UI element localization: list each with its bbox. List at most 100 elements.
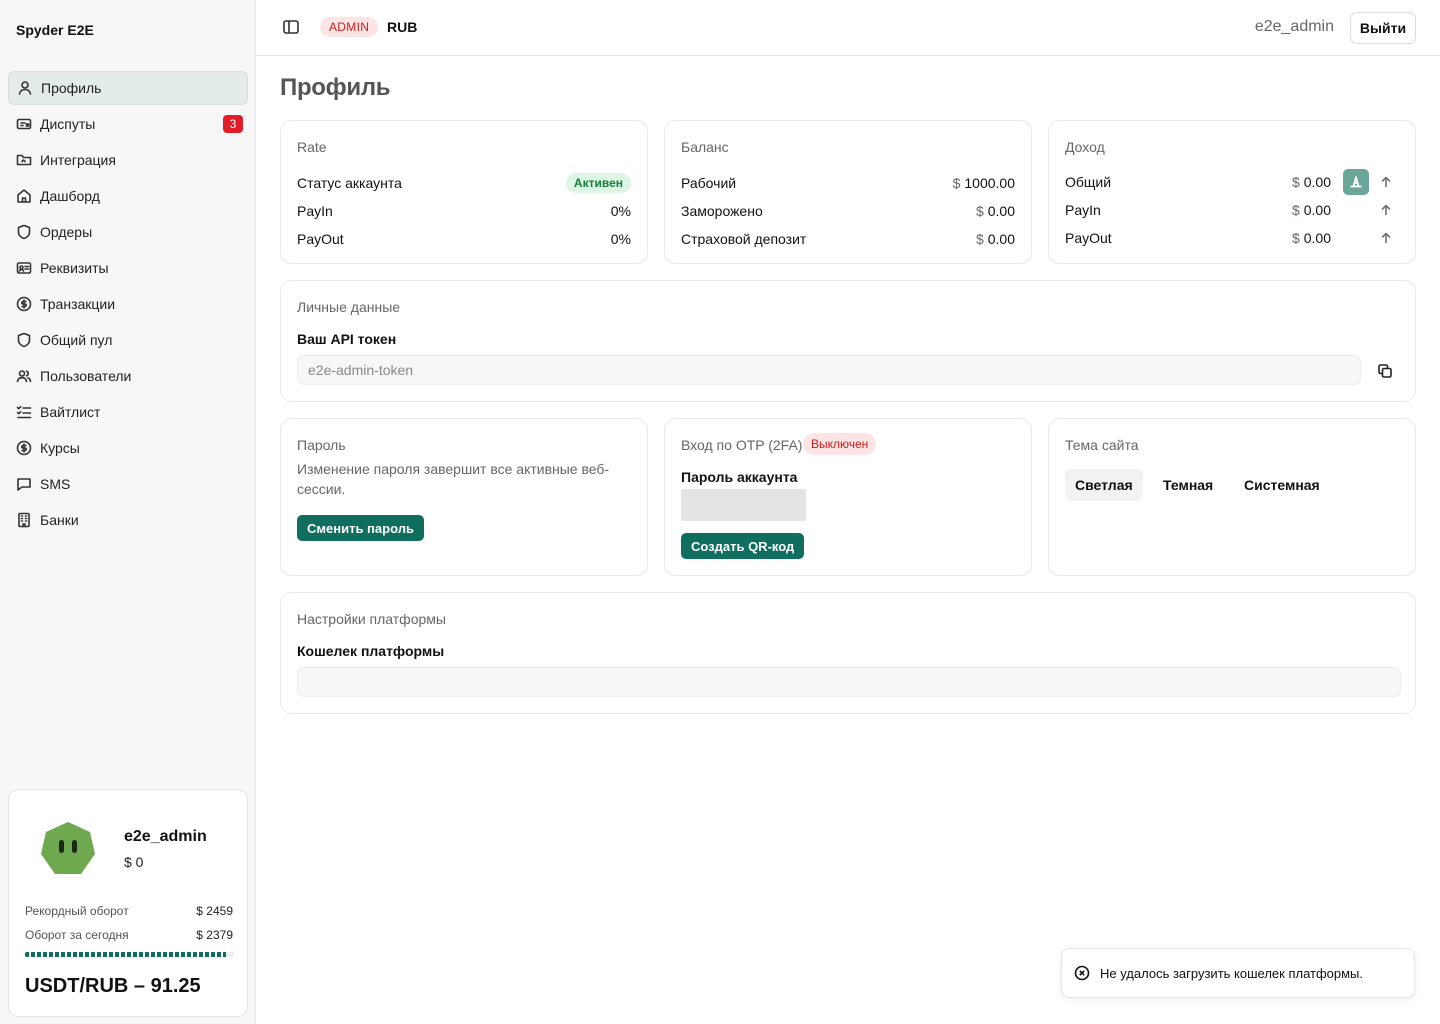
sidebar-item-transactions[interactable]: Транзакции	[8, 287, 248, 321]
users-icon	[16, 368, 32, 384]
arrow-up-icon	[1381, 176, 1391, 188]
page-title: Профиль	[280, 74, 391, 101]
avatar	[41, 822, 95, 874]
currency-symbol: $	[952, 175, 961, 191]
account-password-label: Пароль аккаунта	[681, 469, 798, 485]
sidebar: Spyder E2E Профиль Диспуты 3 Интеграция …	[0, 0, 256, 1024]
error-toast: Не удалось загрузить кошелек платформы.	[1061, 948, 1415, 998]
user-card-balance: $ 0	[124, 854, 144, 870]
checklist-icon	[16, 404, 32, 420]
income-row-total: Общий $0.00	[1065, 169, 1403, 195]
sidebar-item-banks[interactable]: Банки	[8, 503, 248, 537]
currency-symbol: $	[975, 231, 984, 247]
income-amount: 0.00	[1303, 174, 1331, 190]
api-token-label: Ваш API токен	[297, 331, 397, 347]
turnover-progress-bar	[25, 952, 233, 957]
arrow-up-button[interactable]	[1373, 197, 1399, 223]
theme-option-dark[interactable]: Темная	[1153, 469, 1223, 501]
password-input[interactable]	[681, 489, 806, 521]
header-username: e2e_admin	[1254, 18, 1334, 35]
sidebar-item-label: SMS	[40, 476, 71, 492]
theme-card: Тема сайта Светлая Темная Системная	[1048, 418, 1416, 576]
api-token-field[interactable]	[297, 355, 1361, 385]
platform-settings-card: Настройки платформы Кошелек платформы	[280, 592, 1416, 714]
rate-card: Rate Статус аккаунта Активен PayIn 0% Pa…	[280, 120, 648, 264]
sidebar-item-profile[interactable]: Профиль	[8, 71, 248, 105]
balance-amount: 0.00	[987, 203, 1015, 219]
theme-option-light[interactable]: Светлая	[1065, 469, 1143, 501]
logout-button[interactable]: Выйти	[1350, 12, 1416, 44]
user-summary-card: e2e_admin $ 0 Рекордный оборот $ 2459 Об…	[8, 789, 248, 1017]
otp-card-title: Вход по OTP (2FA)	[681, 437, 803, 453]
income-value: $0.00	[1251, 202, 1331, 218]
sidebar-item-orders[interactable]: Ордеры	[8, 215, 248, 249]
payout-rate-label: PayOut	[297, 231, 344, 247]
platform-settings-title: Настройки платформы	[297, 611, 446, 627]
platform-wallet-field[interactable]	[297, 667, 1401, 697]
sidebar-item-integration[interactable]: Интеграция	[8, 143, 248, 177]
top-header: ADMIN RUB e2e_admin Выйти	[256, 0, 1440, 56]
sidebar-item-label: Интеграция	[40, 152, 116, 168]
theme-option-system[interactable]: Системная	[1234, 469, 1330, 501]
arrow-up-button[interactable]	[1373, 225, 1399, 251]
today-turnover-row: Оборот за сегодня $ 2379	[25, 928, 233, 942]
arrow-up-button[interactable]	[1373, 169, 1399, 195]
account-status-label: Статус аккаунта	[297, 175, 402, 191]
sidebar-item-label: Пользователи	[40, 368, 132, 384]
income-amount: 0.00	[1303, 202, 1331, 218]
sidebar-item-dashboard[interactable]: Дашборд	[8, 179, 248, 213]
withdraw-action-button[interactable]	[1343, 169, 1369, 195]
currency-symbol: $	[1291, 202, 1300, 218]
personal-data-card: Личные данные Ваш API токен	[280, 280, 1416, 402]
sidebar-item-label: Банки	[40, 512, 79, 528]
ticket-icon	[16, 116, 32, 132]
create-qr-button[interactable]: Создать QR-код	[681, 533, 805, 559]
sidebar-item-label: Общий пул	[40, 332, 113, 348]
sidebar-item-label: Диспуты	[40, 116, 96, 132]
message-icon	[16, 476, 32, 492]
account-status-row: Статус аккаунта Активен	[297, 173, 631, 193]
password-card-title: Пароль	[297, 437, 346, 453]
sidebar-item-disputes[interactable]: Диспуты 3	[8, 107, 248, 141]
rate-card-title: Rate	[297, 139, 327, 155]
sidebar-item-requisites[interactable]: Реквизиты	[8, 251, 248, 285]
balance-value: $0.00	[976, 231, 1015, 247]
balance-row-working: Рабочий $1000.00	[681, 173, 1015, 193]
status-badge: Активен	[565, 173, 631, 193]
income-card: Доход Общий $0.00 PayIn $0.00 PayOut $0.…	[1048, 120, 1416, 264]
id-card-icon	[16, 260, 32, 276]
sidebar-item-sms[interactable]: SMS	[8, 467, 248, 501]
change-password-button[interactable]: Сменить пароль	[297, 515, 424, 541]
record-turnover-row: Рекордный оборот $ 2459	[25, 904, 233, 918]
sidebar-toggle-icon[interactable]	[282, 18, 300, 36]
sidebar-item-label: Вайтлист	[40, 404, 101, 420]
home-icon	[16, 188, 32, 204]
sidebar-item-whitelist[interactable]: Вайтлист	[8, 395, 248, 429]
income-label: PayIn	[1065, 202, 1101, 218]
payin-rate-value: 0%	[610, 203, 631, 219]
today-turnover-value: $ 2379	[196, 928, 233, 942]
payin-rate-row: PayIn 0%	[297, 201, 631, 221]
currency-label: RUB	[387, 19, 418, 35]
arrow-up-icon	[1381, 204, 1391, 216]
balance-row-frozen: Заморожено $0.00	[681, 201, 1015, 221]
building-icon	[16, 512, 32, 528]
income-label: PayOut	[1065, 230, 1112, 246]
platform-wallet-label: Кошелек платформы	[297, 643, 445, 659]
sidebar-item-label: Транзакции	[40, 296, 116, 312]
sidebar-item-users[interactable]: Пользователи	[8, 359, 248, 393]
sidebar-item-common-pool[interactable]: Общий пул	[8, 323, 248, 357]
error-circle-icon	[1074, 965, 1090, 981]
currency-symbol: $	[1291, 230, 1300, 246]
cone-icon	[1350, 176, 1362, 188]
copy-icon[interactable]	[1375, 361, 1395, 381]
sidebar-item-rates[interactable]: Курсы	[8, 431, 248, 465]
balance-label: Страховой депозит	[681, 231, 807, 247]
user-icon	[17, 80, 33, 96]
payout-rate-value: 0%	[610, 231, 631, 247]
otp-status-badge: Выключен	[803, 433, 877, 455]
balance-row-insurance: Страховой депозит $0.00	[681, 229, 1015, 249]
disputes-count-badge: 3	[223, 115, 243, 133]
balance-label: Рабочий	[681, 175, 737, 191]
